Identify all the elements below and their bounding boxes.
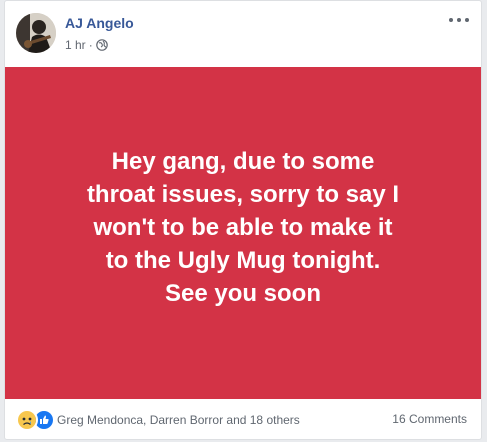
post-meta: 1 hr · xyxy=(65,38,108,52)
more-dot xyxy=(457,18,461,22)
post-card: AJ Angelo 1 hr · Hey gang, due to some t… xyxy=(4,0,482,440)
status-text: Hey gang, due to some throat issues, sor… xyxy=(38,145,448,310)
status-line: to the Ugly Mug tonight. xyxy=(105,246,381,274)
author-name[interactable]: AJ Angelo xyxy=(65,15,134,31)
post-time[interactable]: 1 hr xyxy=(65,38,86,52)
status-line: won't to be able to make it xyxy=(93,213,393,241)
comments-count[interactable]: 16 Comments xyxy=(392,412,467,426)
more-options-button[interactable] xyxy=(449,13,469,27)
status-line: See you soon xyxy=(164,279,322,307)
avatar[interactable] xyxy=(16,13,56,53)
post-header: AJ Angelo 1 hr · xyxy=(5,1,481,67)
globe-icon xyxy=(95,39,108,51)
reacted-names: Greg Mendonca, Darren Borror and 18 othe… xyxy=(57,413,300,427)
status-line: throat issues, sorry to say I xyxy=(86,180,400,208)
status-line: Hey gang, due to some xyxy=(111,147,375,175)
sad-reaction-icon xyxy=(16,409,38,431)
more-dot xyxy=(449,18,453,22)
status-background: Hey gang, due to some throat issues, sor… xyxy=(5,67,481,399)
post-footer: Greg Mendonca, Darren Borror and 18 othe… xyxy=(5,399,481,439)
avatar-image xyxy=(16,13,56,53)
more-dot xyxy=(465,18,469,22)
reactions-summary[interactable]: Greg Mendonca, Darren Borror and 18 othe… xyxy=(16,409,300,431)
meta-separator: · xyxy=(88,38,93,52)
